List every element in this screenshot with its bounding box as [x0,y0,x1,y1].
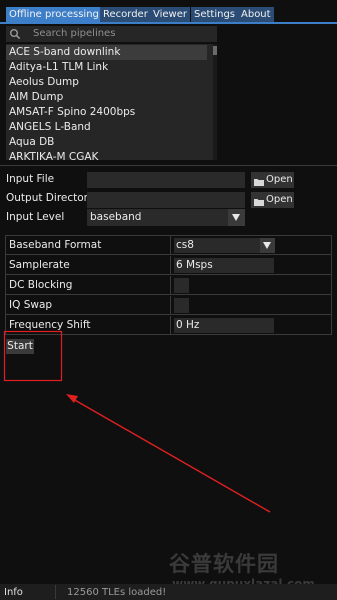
status-bar: Info 12560 TLEs loaded! [0,584,337,600]
column-divider [170,276,171,295]
status-divider [55,585,56,599]
scrollbar-thumb[interactable] [213,46,217,55]
open-label: Open [266,194,293,205]
frequency-shift-label: Frequency Shift [9,319,91,331]
output-directory-open-button[interactable]: Open [251,192,294,208]
tab-viewer[interactable]: Viewer [150,7,190,22]
status-level: Info [4,587,23,598]
tab-settings[interactable]: Settings [191,7,239,22]
option-row: Frequency Shift 0 Hz [6,316,331,335]
search-icon [9,28,21,40]
row-divider [6,314,331,315]
folder-icon [254,176,264,186]
row-divider [6,254,331,255]
dropdown-arrow[interactable] [228,209,245,226]
row-divider [6,274,331,275]
baseband-format-label: Baseband Format [9,239,102,251]
search-placeholder: Search pipelines [33,28,116,39]
column-divider [170,256,171,275]
chevron-down-icon [232,214,240,221]
output-directory-label: Output Directory [6,192,95,204]
baseband-format-value: cs8 [176,239,194,251]
frequency-shift-value: 0 Hz [176,319,200,331]
annotation-arrowhead [66,394,78,403]
column-divider [170,296,171,315]
start-button[interactable]: Start [6,339,34,354]
tab-bar: Offline processing Recorder Viewer Setti… [0,0,337,24]
pipeline-list-scrollbar[interactable] [213,44,217,160]
tab-recorder[interactable]: Recorder [100,7,151,22]
pipeline-item-ace-s-band[interactable]: ACE S-band downlink [6,45,207,60]
samplerate-value: 6 Msps [176,259,213,271]
input-file-label: Input File [6,173,55,185]
option-row: Samplerate 6 Msps [6,256,331,275]
pipeline-item-aeolus[interactable]: Aeolus Dump [6,75,207,90]
dc-blocking-label: DC Blocking [9,279,73,291]
input-file-field[interactable] [87,172,245,188]
iq-swap-label: IQ Swap [9,299,53,311]
pipeline-item-arktika[interactable]: ARKTIKA-M CGAK [6,150,207,160]
tab-about[interactable]: About [238,7,274,22]
pipeline-list[interactable]: ACE S-band downlink Aditya-L1 TLM Link A… [6,44,217,160]
pipeline-options-table: Baseband Format cs8 Samplerate 6 Msps DC… [5,235,332,335]
iq-swap-checkbox[interactable] [174,298,189,313]
pipeline-item-amsat-f[interactable]: AMSAT-F Spino 2400bps [6,105,207,120]
input-level-select[interactable]: baseband [87,209,245,226]
input-level-label: Input Level [6,211,65,223]
pipeline-item-aqua[interactable]: Aqua DB [6,135,207,150]
samplerate-input[interactable]: 6 Msps [174,258,274,273]
samplerate-label: Samplerate [9,259,70,271]
option-row: IQ Swap [6,296,331,315]
dc-blocking-checkbox[interactable] [174,278,189,293]
option-row: DC Blocking [6,276,331,295]
baseband-format-select[interactable]: cs8 [174,238,275,253]
tab-underline [0,22,337,24]
dropdown-arrow[interactable] [260,238,275,253]
annotation-arrow-shaft [72,398,271,513]
watermark-text: 谷普软件园 [169,552,279,576]
folder-icon [254,196,264,206]
input-level-value: baseband [90,211,142,223]
row-divider [6,294,331,295]
column-divider [170,316,171,335]
column-divider [170,236,171,255]
option-row: Baseband Format cs8 [6,236,331,255]
output-directory-field[interactable] [87,192,245,208]
pipeline-search-input[interactable]: Search pipelines [6,26,217,42]
input-file-open-button[interactable]: Open [251,172,294,188]
tab-offline-processing[interactable]: Offline processing [6,7,102,22]
frequency-shift-input[interactable]: 0 Hz [174,318,274,333]
pipeline-item-angels[interactable]: ANGELS L-Band [6,120,207,135]
pipeline-item-aditya-l1[interactable]: Aditya-L1 TLM Link [6,60,207,75]
pipeline-item-aim[interactable]: AIM Dump [6,90,207,105]
status-message: 12560 TLEs loaded! [67,587,167,598]
open-label: Open [266,174,293,185]
section-divider [0,165,337,166]
chevron-down-icon [263,242,271,249]
